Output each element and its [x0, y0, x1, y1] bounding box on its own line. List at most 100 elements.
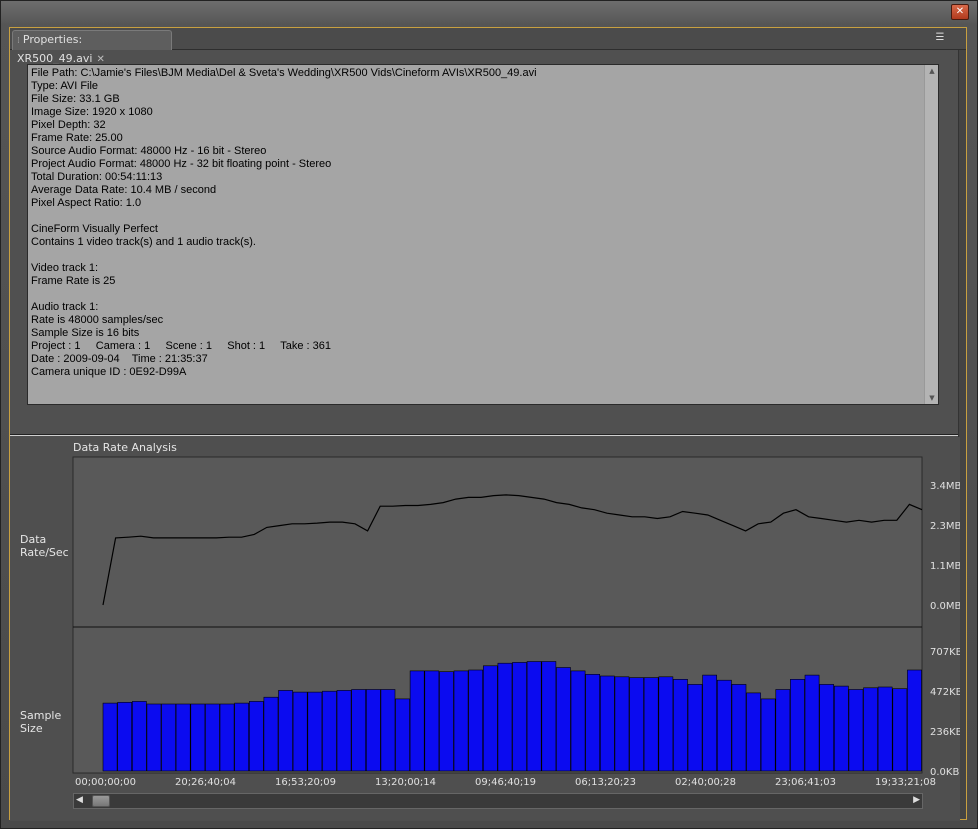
property-line: Contains 1 video track(s) and 1 audio tr… — [31, 236, 256, 248]
sample-size-bar — [790, 679, 805, 772]
panel-divider[interactable] — [10, 434, 958, 436]
sample-size-bar — [132, 701, 147, 772]
data-rate-label-line1: Data — [20, 533, 47, 546]
property-line: Project Audio Format: 48000 Hz - 32 bit … — [31, 158, 332, 170]
data-rate-tick-label: 1.1MB — [930, 561, 960, 572]
sample-size-bar — [351, 689, 367, 772]
property-line: Image Size: 1920 x 1080 — [31, 106, 153, 118]
property-line: Pixel Depth: 32 — [31, 119, 106, 131]
timecode-tick-label: 09;46;40;19 — [475, 777, 536, 788]
app-window: ✕ ⁞ Properties: XR500_49.avi ✕ ☰ File Path… — [0, 0, 978, 829]
property-line: File Size: 33.1 GB — [31, 93, 120, 105]
sample-size-bar — [892, 688, 908, 772]
property-line: CineForm Visually Perfect — [31, 223, 158, 235]
property-line: Date : 2009-09-04 Time : 21:35:37 — [31, 353, 208, 365]
timecode-tick-label: 16;53;20;09 — [275, 777, 336, 788]
sample-size-bar — [468, 669, 484, 772]
sample-size-bar — [263, 696, 279, 772]
property-line: Pixel Aspect Ratio: 1.0 — [31, 197, 142, 209]
sample-size-bar — [643, 677, 659, 772]
property-line: Source Audio Format: 48000 Hz - 16 bit -… — [31, 145, 267, 157]
tab-label: Properties: XR500_49.avi — [17, 33, 93, 65]
sample-size-bar — [760, 698, 776, 772]
sample-size-label-line1: Sample — [20, 709, 62, 722]
property-line: Total Duration: 00:54:11:13 — [31, 171, 163, 183]
sample-size-tick-label: 236KB — [930, 727, 960, 738]
property-line: File Path: C:\Jamie's Files\BJM Media\De… — [31, 67, 537, 79]
data-rate-analysis: 0.0MB 1.1MB 2.3MB 3.4MB 0.0KB 236KB 472KB 707KB… — [10, 437, 960, 821]
panel-tabbar: ⁞ Properties: XR500_49.avi ✕ ☰ — [10, 28, 966, 65]
property-line — [31, 210, 921, 223]
sample-size-bar — [629, 677, 644, 772]
sample-size-tick-label: 707KB — [930, 647, 960, 658]
timecode-tick-label: 02;40;00;28 — [675, 777, 736, 788]
sample-size-bar — [292, 691, 308, 772]
sample-size-tick-label: 472KB — [930, 687, 960, 698]
sample-size-bar — [848, 689, 864, 772]
sample-size-bar — [234, 702, 250, 772]
sample-size-bar — [409, 670, 425, 772]
data-rate-tick-label: 3.4MB — [930, 481, 960, 492]
sample-size-bar — [687, 684, 703, 772]
sample-size-bar — [614, 676, 630, 772]
sample-size-bar — [322, 690, 337, 772]
sample-size-bar — [673, 679, 688, 772]
sample-size-bar — [804, 674, 820, 772]
scroll-up-icon[interactable]: ▲ — [925, 65, 939, 77]
property-line — [31, 249, 921, 262]
sample-size-bar — [205, 703, 220, 772]
sample-size-bar — [556, 667, 571, 772]
sample-size-bar — [512, 662, 527, 772]
sample-size-bar — [541, 661, 557, 772]
timecode-tick-label: 20;26;40;04 — [175, 777, 236, 788]
sample-size-bar — [365, 689, 381, 772]
scroll-thumb[interactable] — [92, 795, 110, 807]
sample-size-bar — [819, 684, 834, 772]
property-line: Sample Size is 16 bits — [31, 327, 140, 339]
property-line: Video track 1: — [31, 262, 99, 274]
sample-size-bar — [833, 685, 849, 772]
sample-size-bar — [526, 661, 542, 772]
properties-vertical-scrollbar[interactable]: ▲ ▼ — [924, 65, 938, 404]
sample-size-bar — [161, 703, 176, 772]
panel-menu-icon[interactable]: ☰ — [932, 32, 948, 44]
sample-size-bar — [249, 701, 264, 772]
sample-size-bar — [570, 670, 586, 772]
property-line: Frame Rate: 25.00 — [31, 132, 123, 144]
property-line: Project : 1 Camera : 1 Scene : 1 Shot : … — [31, 340, 332, 352]
property-line: Audio track 1: — [31, 301, 99, 313]
sample-size-bar — [424, 670, 440, 772]
scroll-right-icon[interactable]: ▶ — [913, 795, 920, 805]
sample-size-bar — [395, 698, 410, 772]
data-rate-label: Data Rate/Sec — [20, 533, 80, 559]
sample-size-bar — [585, 674, 600, 772]
sample-size-label-line2: Size — [20, 722, 43, 735]
window-close-button[interactable]: ✕ — [951, 4, 969, 20]
timecode-tick-label: 13;20;00;14 — [375, 777, 436, 788]
scroll-down-icon[interactable]: ▼ — [925, 392, 939, 404]
timecode-tick-label: 19;33;21;08 — [875, 777, 936, 788]
timecode-tick-label: 06;13;20;23 — [575, 777, 636, 788]
sample-size-bar — [716, 679, 732, 772]
analysis-title: Data Rate Analysis — [73, 441, 177, 454]
property-line: Rate is 48000 samples/sec — [31, 314, 164, 326]
timecode-tick-label: 23;06;41;03 — [775, 777, 836, 788]
timeline-horizontal-scrollbar[interactable]: ◀ ▶ — [73, 793, 923, 809]
sample-size-bar — [746, 692, 761, 772]
sample-size-bar — [863, 687, 878, 772]
sample-size-bar — [336, 690, 352, 772]
property-line: Average Data Rate: 10.4 MB / second — [31, 184, 217, 196]
properties-text-area[interactable]: File Path: C:\Jamie's Files\BJM Media\De… — [27, 64, 939, 405]
tab-properties[interactable]: ⁞ Properties: XR500_49.avi ✕ — [12, 30, 172, 65]
data-rate-tick-label: 0.0MB — [930, 601, 960, 612]
property-line — [31, 288, 921, 301]
sample-size-bar — [877, 686, 893, 772]
properties-text: File Path: C:\Jamie's Files\BJM Media\De… — [31, 67, 921, 379]
sample-size-bar — [190, 703, 206, 772]
sample-size-bar — [482, 665, 498, 772]
sample-size-bar — [219, 703, 235, 772]
sample-size-bar — [453, 670, 469, 772]
scroll-left-icon[interactable]: ◀ — [76, 795, 83, 805]
sample-size-bar — [907, 669, 922, 772]
sample-size-bar — [102, 702, 118, 772]
